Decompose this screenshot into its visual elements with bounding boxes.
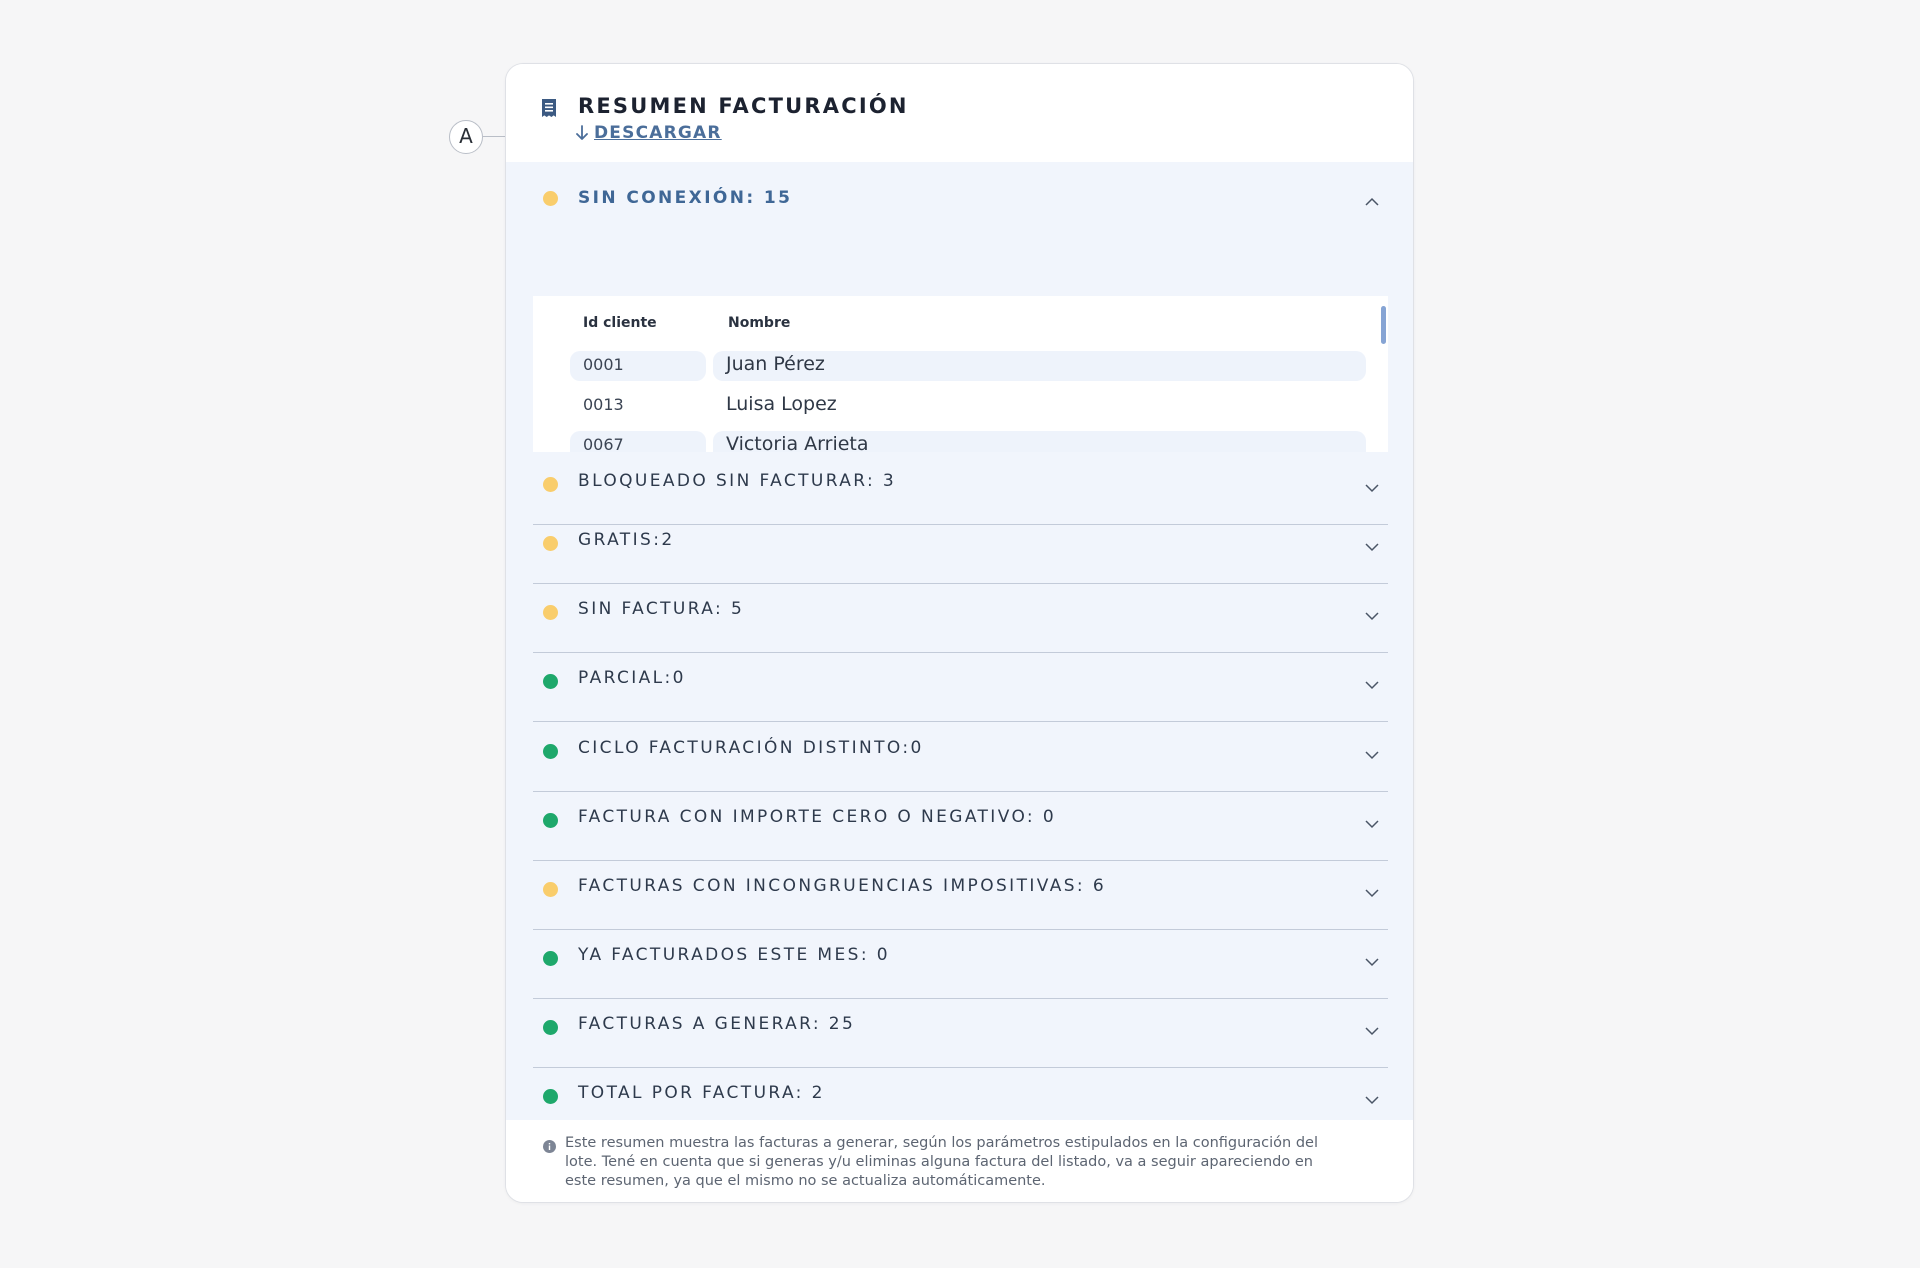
chevron-down-icon[interactable] xyxy=(1364,611,1380,621)
chevron-up-icon[interactable] xyxy=(1364,197,1380,207)
chevron-down-icon[interactable] xyxy=(1364,1026,1380,1036)
section-ya-facturados[interactable]: YA FACTURADOS ESTE MES: 0 xyxy=(533,930,1388,999)
receipt-icon xyxy=(542,99,556,117)
section-label: FACTURAS A GENERAR: 25 xyxy=(578,1014,856,1034)
section-parcial[interactable]: PARCIAL:0 xyxy=(533,653,1388,722)
warning-status-icon xyxy=(543,605,558,620)
column-header-id: Id cliente xyxy=(583,315,657,331)
section-ciclo-facturacion-distinto[interactable]: CICLO FACTURACIÓN DISTINTO:0 xyxy=(533,723,1388,792)
section-label: FACTURAS CON INCONGRUENCIAS IMPOSITIVAS:… xyxy=(578,876,1107,896)
section-sin-conexion[interactable]: SIN CONEXIÓN: 15 xyxy=(533,170,1388,239)
section-incongruencias-impositivas[interactable]: FACTURAS CON INCONGRUENCIAS IMPOSITIVAS:… xyxy=(533,861,1388,930)
warning-status-icon xyxy=(543,191,558,206)
section-label: FACTURA CON IMPORTE CERO O NEGATIVO: 0 xyxy=(578,807,1057,827)
column-header-name: Nombre xyxy=(728,315,791,331)
chevron-down-icon[interactable] xyxy=(1364,483,1380,493)
success-status-icon xyxy=(543,744,558,759)
sections-panel: SIN CONEXIÓN: 15 Id cliente Nombre 0001 … xyxy=(506,162,1413,1137)
clients-table: Id cliente Nombre 0001 Juan Pérez 0013 L… xyxy=(533,296,1388,452)
success-status-icon xyxy=(543,951,558,966)
section-label: GRATIS:2 xyxy=(578,530,675,550)
section-label: SIN FACTURA: 5 xyxy=(578,599,745,619)
section-factura-importe-cero[interactable]: FACTURA CON IMPORTE CERO O NEGATIVO: 0 xyxy=(533,792,1388,861)
table-cell-name: Victoria Arrieta xyxy=(713,431,1366,452)
warning-status-icon xyxy=(543,477,558,492)
table-scrollbar[interactable] xyxy=(1381,306,1386,344)
footer-note: Este resumen muestra las facturas a gene… xyxy=(506,1120,1413,1202)
chevron-down-icon[interactable] xyxy=(1364,680,1380,690)
arrow-down-icon xyxy=(576,125,588,140)
chevron-down-icon[interactable] xyxy=(1364,888,1380,898)
success-status-icon xyxy=(543,1020,558,1035)
warning-status-icon xyxy=(543,882,558,897)
section-facturas-a-generar[interactable]: FACTURAS A GENERAR: 25 xyxy=(533,999,1388,1068)
table-cell-id: 0013 xyxy=(583,395,624,414)
chevron-down-icon[interactable] xyxy=(1364,750,1380,760)
chevron-down-icon[interactable] xyxy=(1364,819,1380,829)
chevron-down-icon[interactable] xyxy=(1364,1095,1380,1105)
section-gratis[interactable]: GRATIS:2 xyxy=(533,515,1388,584)
chevron-down-icon[interactable] xyxy=(1364,542,1380,552)
warning-status-icon xyxy=(543,536,558,551)
card-header: RESUMEN FACTURACIÓN DESCARGAR xyxy=(506,64,1413,162)
page-title: RESUMEN FACTURACIÓN xyxy=(578,94,909,118)
success-status-icon xyxy=(543,1089,558,1104)
billing-summary-card: RESUMEN FACTURACIÓN DESCARGAR SIN CONEXI… xyxy=(505,63,1414,1203)
download-link[interactable]: DESCARGAR xyxy=(574,123,722,143)
table-cell-name: Juan Pérez xyxy=(713,351,1366,381)
footer-note-text: Este resumen muestra las facturas a gene… xyxy=(565,1135,1318,1189)
table-cell-id: 0067 xyxy=(570,431,706,452)
section-label: CICLO FACTURACIÓN DISTINTO:0 xyxy=(578,738,924,758)
chevron-down-icon[interactable] xyxy=(1364,957,1380,967)
table-cell-name: Luisa Lopez xyxy=(726,393,837,415)
download-label: DESCARGAR xyxy=(594,123,722,143)
section-sin-factura[interactable]: SIN FACTURA: 5 xyxy=(533,584,1388,653)
section-label: SIN CONEXIÓN: 15 xyxy=(578,188,793,208)
success-status-icon xyxy=(543,674,558,689)
table-cell-id: 0001 xyxy=(570,351,706,381)
section-label: BLOQUEADO SIN FACTURAR: 3 xyxy=(578,471,897,491)
section-label: PARCIAL:0 xyxy=(578,668,686,688)
section-label: YA FACTURADOS ESTE MES: 0 xyxy=(578,945,890,965)
info-icon xyxy=(543,1140,556,1153)
section-label: TOTAL POR FACTURA: 2 xyxy=(578,1083,825,1103)
success-status-icon xyxy=(543,813,558,828)
callout-marker: A xyxy=(449,120,483,154)
